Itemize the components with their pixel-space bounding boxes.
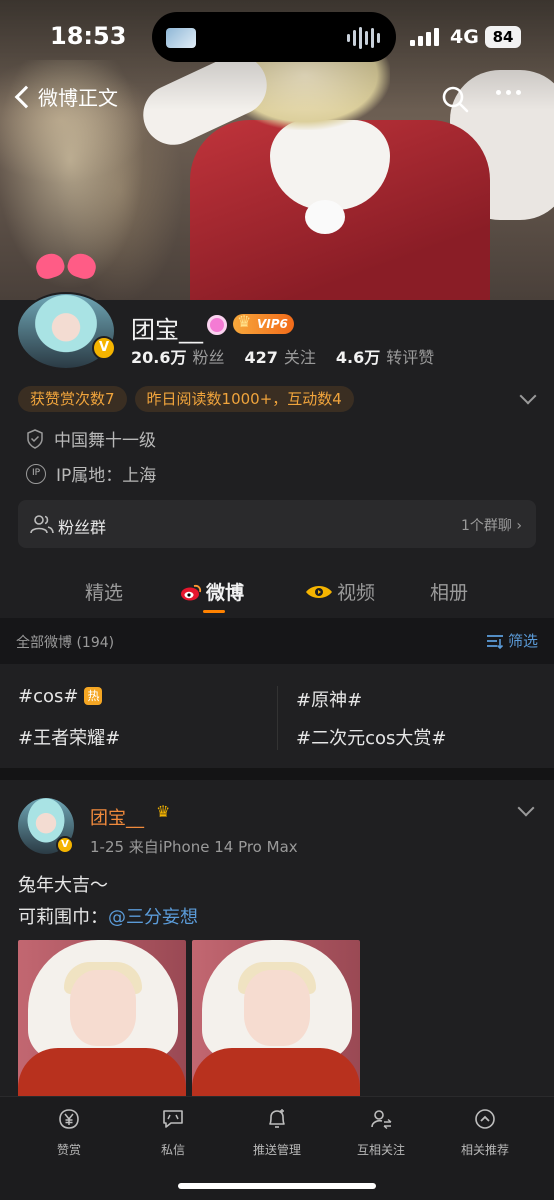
stat-followers[interactable]: 20.6万 粉丝 — [131, 344, 225, 368]
back-label: 微博正文 — [38, 86, 118, 110]
fans-group-count: 1个群聊 › — [461, 518, 522, 534]
topic-item[interactable]: #原神# — [296, 686, 362, 712]
topic-item[interactable]: #二次元cos大赏# — [296, 724, 446, 750]
toolbar-reward[interactable]: 赞赏 — [24, 1107, 114, 1158]
network-type: 4G — [450, 26, 479, 48]
battery-indicator: 84 — [485, 26, 521, 48]
topic-item[interactable]: #王者荣耀# — [18, 724, 120, 750]
post-card[interactable]: V 团宝__ ♛ 1-25 来自iPhone 14 Pro Max 兔年大吉～ … — [0, 780, 554, 1100]
verified-badge: V — [92, 336, 116, 360]
topic-item[interactable]: #cos# 热 — [18, 686, 103, 707]
toolbar-recommend[interactable]: 相关推荐 — [440, 1107, 530, 1158]
active-tab-indicator — [203, 610, 225, 613]
ip-text: IP属地：上海 — [56, 466, 157, 486]
post-meta: 1-25 来自iPhone 14 Pro Max — [90, 838, 298, 856]
ip-row: IP IP属地：上海 — [26, 461, 156, 486]
tab-featured[interactable]: 精选 — [85, 578, 123, 605]
post-avatar[interactable]: V — [18, 798, 74, 854]
post-text: 兔年大吉～ 可莉围巾：@三分妄想 — [18, 875, 198, 928]
recommend-icon — [475, 1109, 495, 1129]
toolbar-mutual[interactable]: 互相关注 — [336, 1107, 426, 1158]
section-gap — [0, 768, 554, 780]
level-text: 中国舞十一级 — [54, 431, 156, 451]
back-button[interactable]: 微博正文 — [12, 82, 118, 111]
audio-wave-icon — [347, 27, 380, 49]
dynamic-island[interactable] — [152, 12, 396, 62]
chevron-left-icon — [14, 85, 38, 108]
post-menu-chevron-icon[interactable] — [517, 799, 535, 817]
ip-icon: IP — [26, 463, 46, 484]
post-image[interactable] — [18, 940, 186, 1098]
vip-badge[interactable]: VIP6 — [233, 312, 294, 334]
stat-following[interactable]: 427 关注 — [245, 344, 316, 368]
post-count: 全部微博 (194) — [16, 635, 115, 651]
tab-album[interactable]: 相册 — [430, 578, 468, 605]
verified-badge: V — [56, 836, 74, 854]
hot-badge: 热 — [84, 687, 103, 705]
crown-icon: ♛ — [156, 802, 171, 821]
achievement-chips: 获赞赏次数7 昨日阅读数1000+，互动数4 — [18, 386, 354, 412]
status-bar: 18:53 4G 84 — [0, 0, 554, 80]
avatar[interactable]: V — [16, 292, 118, 372]
video-eye-icon — [306, 586, 332, 598]
media-thumbnail — [166, 28, 196, 48]
search-icon[interactable] — [440, 84, 470, 114]
toolbar-push[interactable]: 推送管理 — [232, 1107, 322, 1158]
tab-video[interactable]: 视频 — [305, 578, 375, 605]
signal-icon — [410, 28, 439, 46]
bow-decoration — [36, 254, 96, 280]
topic-grid: #cos# 热 #原神# #王者荣耀# #二次元cos大赏# — [0, 664, 554, 768]
weibo-logo-icon — [181, 584, 202, 601]
shield-icon — [27, 428, 43, 449]
filter-icon — [486, 634, 504, 649]
bell-icon — [269, 1109, 285, 1128]
mention-link[interactable]: @三分妄想 — [108, 907, 198, 928]
level-row: 中国舞十一级 — [26, 426, 156, 451]
message-icon — [163, 1110, 183, 1128]
status-time: 18:53 — [50, 22, 127, 50]
home-indicator[interactable] — [178, 1183, 376, 1189]
fans-group-label: 粉丝群 — [58, 518, 107, 537]
lollipop-badge-icon[interactable] — [207, 315, 227, 335]
profile-name: 团宝__ — [131, 316, 203, 344]
profile-stats: 20.6万 粉丝 427 关注 4.6万 转评赞 — [131, 344, 434, 368]
profile-tabs: 精选 微博 视频 相册 — [0, 570, 554, 618]
filter-button[interactable]: 筛选 — [486, 630, 538, 651]
mutual-follow-icon — [371, 1110, 392, 1130]
yuan-icon — [59, 1109, 79, 1129]
topic-divider — [277, 686, 278, 750]
toolbar-message[interactable]: 私信 — [128, 1107, 218, 1158]
chip-rewards[interactable]: 获赞赏次数7 — [18, 386, 127, 412]
fans-group-button[interactable]: 粉丝群 1个群聊 › — [18, 500, 536, 548]
filter-bar: 全部微博 (194) 筛选 — [0, 618, 554, 664]
chip-reads[interactable]: 昨日阅读数1000+，互动数4 — [134, 386, 354, 412]
post-author[interactable]: 团宝__ — [90, 804, 144, 830]
more-icon[interactable] — [496, 90, 521, 95]
stat-engagement[interactable]: 4.6万 转评赞 — [336, 344, 434, 368]
post-image[interactable] — [192, 940, 360, 1098]
tab-weibo[interactable]: 微博 — [180, 578, 244, 605]
group-icon — [30, 515, 54, 534]
